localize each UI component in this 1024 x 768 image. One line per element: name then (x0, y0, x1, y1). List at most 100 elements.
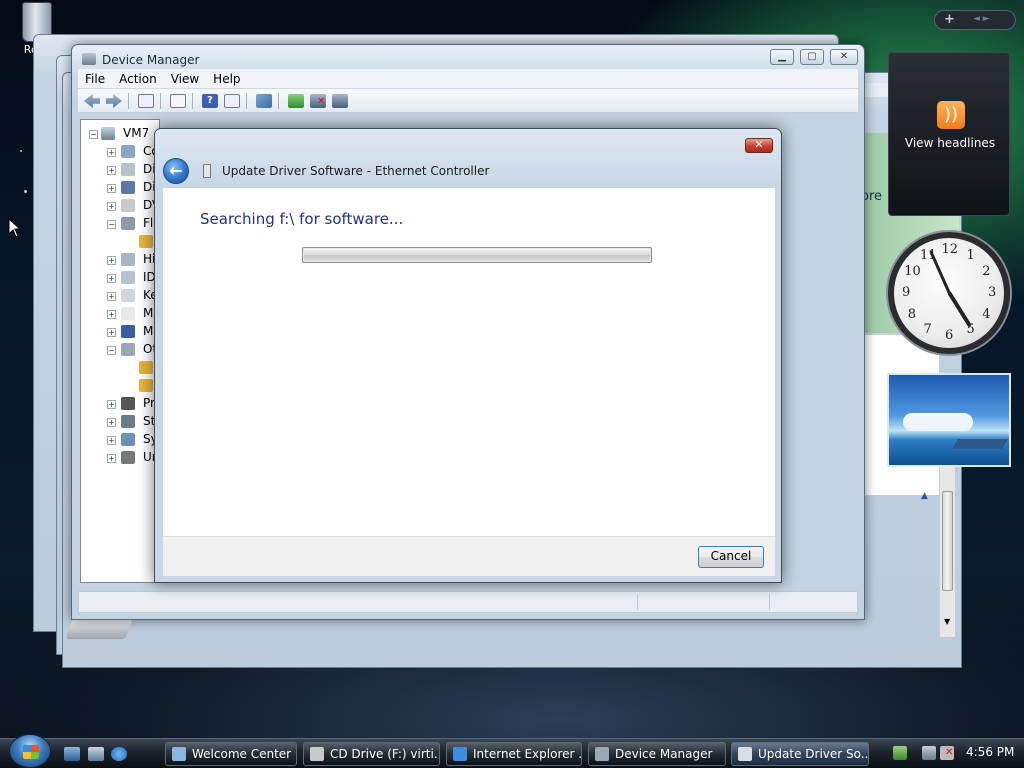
windows-logo-icon (23, 745, 39, 759)
start-button[interactable] (9, 734, 51, 768)
taskbar-button[interactable]: Update Driver So... (731, 742, 869, 766)
device-category-icon (121, 325, 135, 338)
taskbar-button[interactable]: Internet Explorer ... (446, 742, 582, 766)
show-desktop-icon[interactable] (64, 747, 80, 761)
menu-help[interactable]: Help (206, 69, 247, 86)
menu-view[interactable]: View (164, 69, 206, 86)
switch-windows-icon[interactable] (88, 747, 104, 761)
view-headlines-label[interactable]: View headlines (889, 136, 1011, 150)
properties-icon[interactable] (138, 94, 154, 108)
tree-item[interactable]: − Ot (81, 342, 161, 358)
taskbar-clock[interactable]: 4:56 PM (966, 745, 1014, 759)
taskbar-button-label: Welcome Center (192, 747, 292, 761)
expand-icon[interactable]: + (107, 202, 116, 211)
feed-headlines-gadget[interactable]: )) View headlines (888, 52, 1010, 216)
chevron-up-icon[interactable]: ▲ (921, 491, 928, 501)
clock-gadget[interactable]: 12 1 2 3 4 5 6 7 8 9 10 11 (888, 232, 1010, 354)
expand-icon[interactable]: + (107, 436, 116, 445)
device-category-icon (121, 271, 135, 284)
uninstall-icon[interactable]: ✕ (310, 94, 326, 108)
clock-number: 3 (988, 285, 997, 300)
clock-number: 8 (907, 306, 917, 322)
expand-icon[interactable]: + (107, 148, 116, 157)
maximize-button[interactable]: ▢ (800, 49, 824, 65)
menu-action[interactable]: Action (112, 69, 164, 86)
tree-item[interactable]: + Ke (81, 288, 161, 304)
tray-display-icon[interactable] (922, 746, 936, 760)
background-window-scrollbar[interactable]: ▼ (939, 467, 955, 637)
toolbar-separator (192, 93, 193, 109)
tree-item[interactable] (81, 360, 161, 376)
close-button[interactable]: ✕ (830, 49, 858, 65)
tree-item[interactable]: + St (81, 414, 161, 430)
view-icon[interactable] (224, 94, 240, 108)
gadget-nav-arrows[interactable]: ◄ ► (973, 14, 990, 24)
scan-hardware-icon[interactable] (256, 94, 272, 108)
device-category-icon (121, 343, 135, 356)
internet-explorer-icon[interactable] (111, 747, 127, 761)
expand-icon[interactable]: + (107, 292, 116, 301)
tree-item[interactable]: + Sy (81, 432, 161, 448)
device-category-icon (121, 397, 135, 410)
expand-icon[interactable]: + (107, 256, 116, 265)
sidebar-controls: + ◄ ► (934, 10, 1016, 30)
tree-item[interactable]: − Fl (81, 216, 161, 232)
collapse-icon[interactable]: − (107, 220, 116, 229)
clock-number: 5 (966, 322, 975, 338)
device-category-icon (121, 217, 135, 230)
network-adapter-icon (203, 164, 211, 178)
tree-item[interactable]: + ID (81, 270, 161, 286)
minimize-button[interactable]: ▁ (770, 49, 794, 65)
tray-network-icon[interactable] (893, 746, 907, 760)
tree-item[interactable]: + Di (81, 162, 161, 178)
tree-item[interactable]: + Co (81, 144, 161, 160)
expand-icon[interactable]: + (107, 310, 116, 319)
tree-item[interactable]: + DV (81, 198, 161, 214)
expand-icon[interactable]: + (107, 274, 116, 283)
expand-icon[interactable]: + (107, 328, 116, 337)
tree-item[interactable] (81, 234, 161, 250)
cancel-button[interactable]: Cancel (698, 546, 764, 568)
scrollbar-thumb[interactable] (942, 491, 953, 591)
taskbar-button[interactable]: Welcome Center (165, 742, 297, 766)
expand-icon[interactable]: + (107, 166, 116, 175)
taskbar-button-label: Device Manager (615, 747, 713, 761)
scroll-down-arrow-icon[interactable]: ▼ (944, 617, 950, 626)
slideshow-gadget[interactable] (887, 373, 1011, 467)
status-separator (769, 594, 770, 610)
warning-device-icon (139, 379, 153, 392)
expand-icon[interactable]: + (107, 400, 116, 409)
expand-icon[interactable]: + (107, 184, 116, 193)
tree-item[interactable]: + M (81, 324, 161, 340)
expand-icon[interactable]: + (107, 454, 116, 463)
add-gadget-button[interactable]: + (944, 12, 955, 27)
back-arrow-icon[interactable] (84, 94, 100, 108)
device-tree[interactable]: − VM7 + Co + Di + Di + DV − Fl + Hi + ID + Ke + Mi + M − Ot + P… (80, 119, 160, 583)
tray-volume-muted-icon[interactable]: ✕ (940, 746, 954, 760)
collapse-icon[interactable]: − (107, 346, 116, 355)
tree-item[interactable] (81, 378, 161, 394)
menu-file[interactable]: File (78, 69, 112, 86)
forward-arrow-icon[interactable] (106, 94, 122, 108)
disable-icon[interactable] (332, 94, 348, 108)
update-driver-dialog[interactable]: ✕ ← Update Driver Software - Ethernet Co… (154, 128, 782, 583)
back-button[interactable]: ← (163, 158, 189, 184)
dialog-footer: Cancel (163, 536, 775, 576)
show-hide-icon[interactable] (170, 94, 186, 108)
tree-item[interactable]: + Mi (81, 306, 161, 322)
taskbar-app-icon (738, 747, 752, 761)
tree-root[interactable]: − VM7 (81, 126, 161, 142)
taskbar-button[interactable]: Device Manager (588, 742, 726, 766)
tree-item[interactable]: + Di (81, 180, 161, 196)
search-status-heading: Searching f:\ for software... (200, 210, 404, 228)
tree-item[interactable]: + Hi (81, 252, 161, 268)
update-driver-icon[interactable] (288, 94, 304, 108)
device-category-icon (121, 415, 135, 428)
tree-item[interactable]: + Pr (81, 396, 161, 412)
tree-item[interactable]: + Ur (81, 450, 161, 466)
taskbar-button[interactable]: CD Drive (F:) virti... (303, 742, 440, 766)
collapse-icon[interactable]: − (89, 130, 98, 139)
close-button[interactable]: ✕ (745, 138, 773, 153)
help-icon[interactable]: ? (202, 94, 218, 108)
expand-icon[interactable]: + (107, 418, 116, 427)
